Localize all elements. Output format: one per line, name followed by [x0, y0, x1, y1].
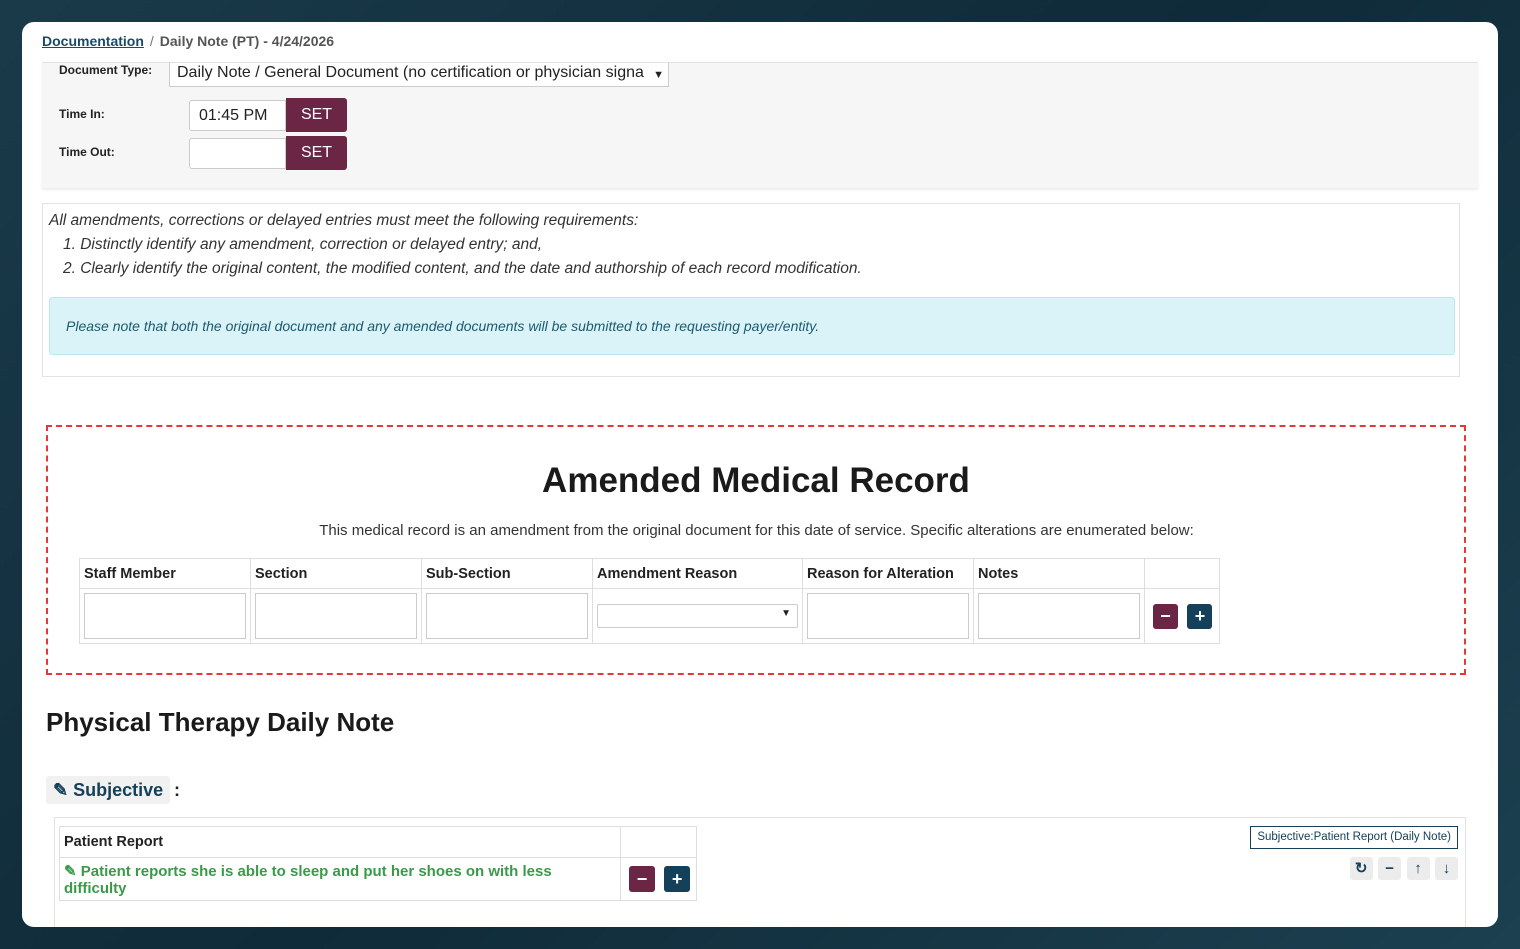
breadcrumb: Documentation / Daily Note (PT) - 4/24/202…	[42, 33, 334, 49]
column-header-actions	[1144, 558, 1220, 589]
document-type-label: Document Type:	[59, 63, 153, 77]
table-header-row: Staff Member Section Sub-Section Amendme…	[79, 558, 1220, 589]
amended-record-section: Amended Medical Record This medical reco…	[46, 425, 1466, 675]
time-out-label: Time Out:	[59, 145, 115, 159]
column-header-staff-member: Staff Member	[79, 558, 251, 589]
add-row-button[interactable]: +	[1187, 603, 1213, 629]
breadcrumb-documentation-link[interactable]: Documentation	[42, 33, 144, 49]
time-out-input[interactable]	[189, 138, 286, 169]
column-header-sub-section: Sub-Section	[421, 558, 593, 589]
add-entry-button[interactable]: +	[664, 866, 691, 892]
time-out-set-button[interactable]: SET	[286, 136, 347, 170]
collapse-icon[interactable]: −	[1378, 857, 1402, 880]
sub-section-input[interactable]	[426, 593, 588, 639]
minus-icon: −	[636, 869, 648, 889]
table-row: ▼ − +	[79, 588, 1220, 644]
remove-entry-button[interactable]: −	[629, 866, 655, 892]
time-in-input[interactable]: 01:45 PM	[189, 100, 286, 131]
edit-icon: ✎	[64, 862, 77, 880]
plus-icon: +	[1194, 605, 1206, 626]
column-header-actions	[620, 826, 697, 858]
submission-notice: Please note that both the original docum…	[49, 297, 1455, 355]
section-toolbar: ↻ − ↑ ↓	[1349, 857, 1458, 880]
subjective-colon: :	[174, 780, 180, 800]
amended-record-subtitle: This medical record is an amendment from…	[319, 522, 1194, 539]
patient-report-table: Patient Report ✎ Patient reports she is …	[59, 826, 697, 901]
document-type-value: Daily Note / General Document (no certif…	[177, 64, 644, 81]
time-in-label: Time In:	[59, 107, 105, 121]
plus-icon: +	[671, 869, 683, 889]
amendment-table: Staff Member Section Sub-Section Amendme…	[79, 558, 1220, 644]
subjective-section-toggle[interactable]: ✎ Subjective	[46, 776, 171, 804]
breadcrumb-current: Daily Note (PT) - 4/24/2026	[159, 33, 335, 49]
refresh-icon[interactable]: ↻	[1349, 857, 1373, 880]
requirements-intro: All amendments, corrections or delayed e…	[49, 212, 639, 229]
table-header-row: Patient Report	[59, 826, 697, 858]
document-info-panel: Document Type: Daily Note / General Docu…	[42, 62, 1478, 188]
chevron-down-icon: ▼	[653, 69, 664, 81]
amended-record-title: Amended Medical Record	[542, 461, 970, 500]
amendment-requirements-panel: All amendments, corrections or delayed e…	[42, 203, 1460, 377]
requirement-item: 2. Clearly identify the original content…	[63, 260, 862, 277]
column-header-patient-report: Patient Report	[59, 826, 621, 858]
note-heading: Physical Therapy Daily Note	[46, 707, 395, 737]
breadcrumb-separator: /	[149, 33, 154, 49]
section-tag: Subjective:Patient Report (Daily Note)	[1250, 826, 1458, 849]
patient-report-text: Patient reports she is able to sleep and…	[64, 862, 552, 897]
column-header-section: Section	[250, 558, 422, 589]
remove-row-button[interactable]: −	[1153, 603, 1178, 629]
amendment-reason-select[interactable]: ▼	[597, 604, 798, 628]
time-in-set-button[interactable]: SET	[286, 98, 347, 132]
chevron-down-icon: ▼	[781, 608, 791, 619]
edit-icon: ✎	[53, 780, 69, 800]
requirement-item: 1. Distinctly identify any amendment, co…	[63, 236, 543, 253]
column-header-reason-for-alteration: Reason for Alteration	[802, 558, 974, 589]
section-input[interactable]	[255, 593, 417, 639]
reason-for-alteration-input[interactable]	[807, 593, 969, 639]
minus-icon: −	[1160, 605, 1171, 626]
document-type-select[interactable]: Daily Note / General Document (no certif…	[169, 63, 669, 87]
staff-member-input[interactable]	[84, 593, 246, 639]
table-row: ✎ Patient reports she is able to sleep a…	[59, 857, 697, 901]
column-header-amendment-reason: Amendment Reason	[592, 558, 803, 589]
subjective-panel: Patient Report ✎ Patient reports she is …	[54, 817, 1466, 927]
column-header-notes: Notes	[973, 558, 1145, 589]
notes-input[interactable]	[978, 593, 1140, 639]
subjective-label: Subjective	[73, 780, 164, 800]
patient-report-entry[interactable]: ✎ Patient reports she is able to sleep a…	[59, 857, 621, 901]
arrow-up-icon[interactable]: ↑	[1406, 857, 1430, 880]
app-window: Documentation / Daily Note (PT) - 4/24/202…	[22, 22, 1498, 927]
arrow-down-icon[interactable]: ↓	[1435, 857, 1458, 880]
